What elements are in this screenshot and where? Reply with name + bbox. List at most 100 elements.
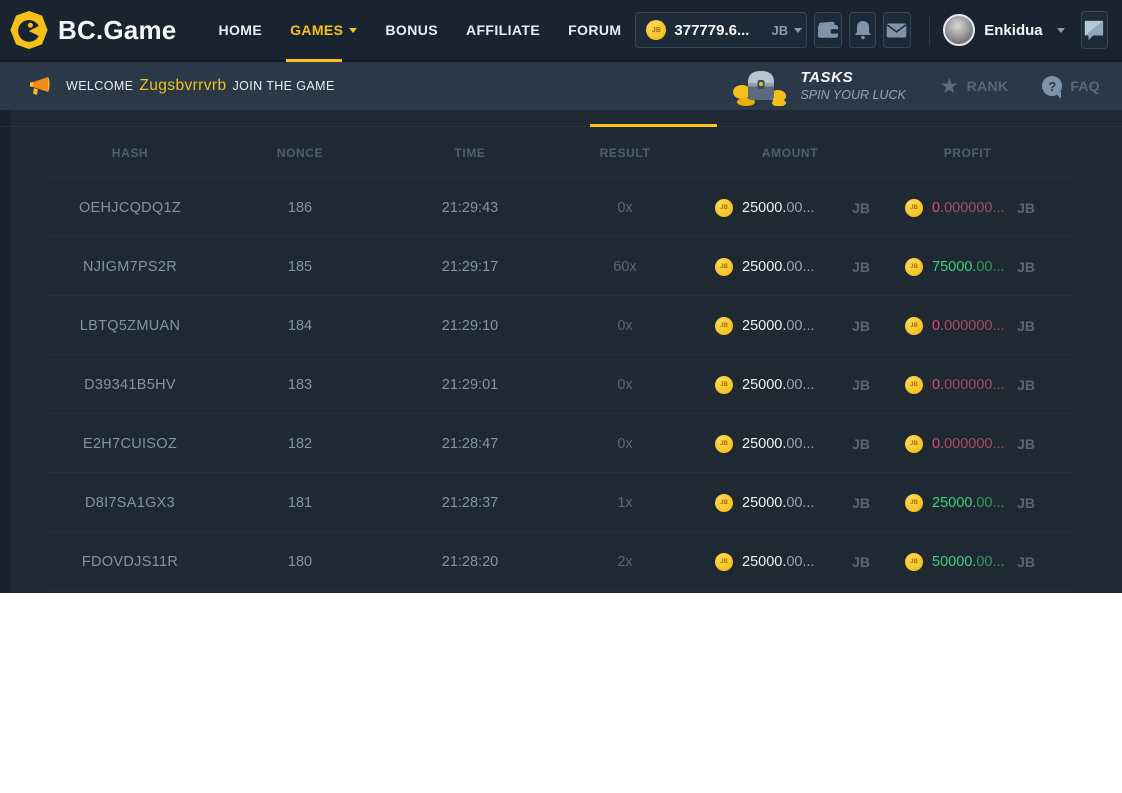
nav-item-games[interactable]: GAMES — [276, 0, 371, 60]
header-profit: PROFIT — [885, 146, 1050, 160]
currency-label: JB — [1017, 200, 1035, 216]
top-navbar: BC.Game HOME GAMES BONUS AFFILIATE FORUM… — [0, 0, 1122, 62]
jb-coin-icon: JB — [715, 199, 733, 217]
bet-amount: JB 25000.00... JB — [695, 435, 885, 453]
bet-nonce: 183 — [215, 377, 385, 393]
banner-actions: TASKS SPIN YOUR LUCK ★ RANK ? FAQ — [732, 66, 1100, 106]
jb-coin-icon: JB — [715, 435, 733, 453]
bet-nonce: 181 — [215, 495, 385, 511]
notifications-button[interactable] — [849, 12, 876, 48]
wallet-button[interactable] — [814, 12, 841, 48]
table-row[interactable]: E2H7CUISOZ 182 21:28:47 0x JB 25000.00..… — [0, 414, 1122, 473]
header-result: RESULT — [555, 146, 695, 160]
currency-label: JB — [852, 495, 870, 511]
user-menu[interactable]: Enkidua — [943, 14, 1064, 46]
jb-coin-icon: JB — [905, 199, 923, 217]
bets-tabbar — [0, 110, 1122, 127]
balance-value: 377779.6... — [674, 22, 749, 39]
table-row[interactable]: NJIGM7PS2R 185 21:29:17 60x JB 25000.00.… — [0, 237, 1122, 296]
active-tab-underline — [286, 59, 342, 62]
nav-item-bonus[interactable]: BONUS — [371, 0, 452, 60]
jb-coin-icon: JB — [715, 553, 733, 571]
nav-item-affiliate[interactable]: AFFILIATE — [452, 0, 554, 60]
avatar — [943, 14, 975, 46]
question-icon: ? — [1042, 76, 1062, 96]
chat-button[interactable] — [1081, 11, 1108, 49]
bet-hash[interactable]: OEHJCQDQ1Z — [45, 200, 215, 216]
main-nav: HOME GAMES BONUS AFFILIATE FORUM — [204, 0, 635, 60]
bet-hash[interactable]: NJIGM7PS2R — [45, 259, 215, 275]
header-amount: AMOUNT — [695, 146, 885, 160]
table-row[interactable]: D39341B5HV 183 21:29:01 0x JB 25000.00..… — [0, 355, 1122, 414]
currency-label: JB — [852, 377, 870, 393]
bet-result: 60x — [555, 259, 695, 275]
currency-label: JB — [1017, 495, 1035, 511]
welcomed-username[interactable]: Zugsbvrrvrb — [139, 77, 226, 95]
bet-amount: JB 25000.00... JB — [695, 376, 885, 394]
bet-hash[interactable]: E2H7CUISOZ — [45, 436, 215, 452]
table-row[interactable]: OEHJCQDQ1Z 186 21:29:43 0x JB 25000.00..… — [0, 178, 1122, 237]
table-row[interactable]: D8I7SA1GX3 181 21:28:37 1x JB 25000.00..… — [0, 473, 1122, 532]
bet-time: 21:29:43 — [385, 200, 555, 216]
currency-label: JB — [1017, 318, 1035, 334]
welcome-banner: WELCOME Zugsbvrrvrb JOIN THE GAME — [0, 62, 1122, 110]
treasure-chest-icon — [732, 66, 788, 106]
bet-time: 21:28:37 — [385, 495, 555, 511]
faq-label: FAQ — [1070, 78, 1100, 94]
jb-coin-icon: JB — [715, 317, 733, 335]
bet-nonce: 182 — [215, 436, 385, 452]
jb-coin-icon: JB — [905, 376, 923, 394]
bet-profit: JB 0.000000... JB — [885, 317, 1050, 335]
jb-coin-icon: JB — [905, 553, 923, 571]
bet-result: 0x — [555, 200, 695, 216]
rank-button[interactable]: ★ RANK — [940, 76, 1008, 97]
bet-time: 21:29:10 — [385, 318, 555, 334]
welcome-message: WELCOME Zugsbvrrvrb JOIN THE GAME — [28, 76, 335, 97]
jb-coin-icon: JB — [715, 494, 733, 512]
messages-button[interactable] — [883, 12, 910, 48]
wallet-icon — [817, 21, 839, 39]
table-row[interactable]: LBTQ5ZMUAN 184 21:29:10 0x JB 25000.00..… — [0, 296, 1122, 355]
tasks-title: TASKS — [800, 69, 905, 88]
header-hash: HASH — [45, 146, 215, 160]
bell-icon — [854, 20, 872, 40]
navbar-divider — [929, 15, 930, 45]
bet-time: 21:29:01 — [385, 377, 555, 393]
bet-hash[interactable]: D8I7SA1GX3 — [45, 495, 215, 511]
currency-label: JB — [852, 200, 870, 216]
bet-result: 0x — [555, 377, 695, 393]
nav-item-home[interactable]: HOME — [204, 0, 276, 60]
bet-profit: JB 25000.00... JB — [885, 494, 1050, 512]
nav-item-forum[interactable]: FORUM — [554, 0, 635, 60]
tasks-widget[interactable]: TASKS SPIN YOUR LUCK — [732, 66, 905, 106]
rank-label: RANK — [967, 78, 1009, 94]
bet-hash[interactable]: FDOVDJS11R — [45, 554, 215, 570]
bet-profit: JB 0.000000... JB — [885, 435, 1050, 453]
megaphone-icon — [28, 76, 52, 97]
bet-amount: JB 25000.00... JB — [695, 553, 885, 571]
balance-selector[interactable]: JB 377779.6... JB — [635, 12, 807, 48]
star-icon: ★ — [940, 76, 959, 97]
brand-logo[interactable]: BC.Game — [10, 11, 176, 49]
jb-coin-icon: JB — [905, 435, 923, 453]
bet-nonce: 185 — [215, 259, 385, 275]
bet-nonce: 186 — [215, 200, 385, 216]
bet-profit: JB 50000.00... JB — [885, 553, 1050, 571]
currency-label: JB — [852, 554, 870, 570]
balance-currency: JB — [771, 23, 788, 38]
bet-amount: JB 25000.00... JB — [695, 494, 885, 512]
table-header-row: HASH NONCE TIME RESULT AMOUNT PROFIT — [0, 127, 1122, 178]
table-row[interactable]: FDOVDJS11R 180 21:28:20 2x JB 25000.00..… — [0, 532, 1122, 591]
currency-label: JB — [852, 259, 870, 275]
bet-hash[interactable]: LBTQ5ZMUAN — [45, 318, 215, 334]
jb-coin-icon: JB — [905, 494, 923, 512]
welcome-suffix: JOIN THE GAME — [232, 79, 334, 93]
bet-profit: JB 0.000000... JB — [885, 376, 1050, 394]
bet-hash[interactable]: D39341B5HV — [45, 377, 215, 393]
chevron-down-icon — [794, 28, 802, 33]
page-background — [0, 593, 1122, 793]
jb-coin-icon: JB — [715, 376, 733, 394]
chat-bubble-icon — [1083, 20, 1105, 41]
bet-time: 21:28:20 — [385, 554, 555, 570]
faq-button[interactable]: ? FAQ — [1042, 76, 1100, 96]
